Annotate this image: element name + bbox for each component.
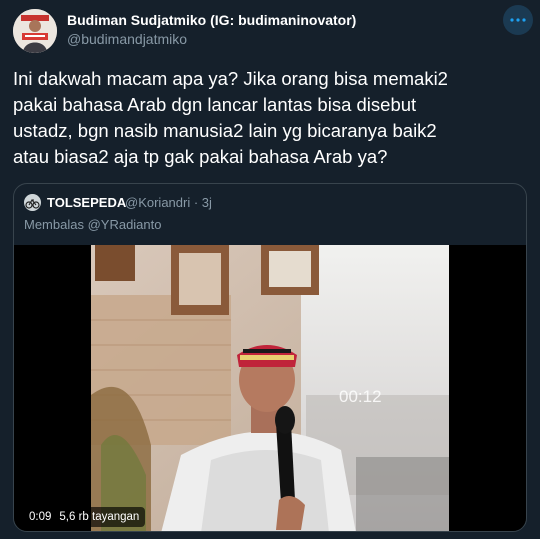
video-player[interactable]: 00:12 0:09 5,6 rb tayangan: [14, 245, 526, 531]
video-overlay-timecode: 00:12: [339, 387, 382, 406]
quoted-handle: @Koriandri: [125, 195, 191, 210]
quoted-time: · 3j: [193, 195, 212, 210]
tweet: Budiman Sudjatmiko (IG: budimaninovator)…: [0, 0, 540, 539]
author-avatar[interactable]: [13, 9, 57, 53]
author-handle[interactable]: @budimandjatmiko: [67, 31, 187, 47]
quoted-tweet[interactable]: TOLSEPEDA @Koriandri · 3j Membalas @YRad…: [13, 183, 527, 532]
more-dots-icon: [510, 18, 526, 22]
quoted-reply-context: Membalas @YRadianto: [24, 217, 162, 232]
video-duration-badge: 0:09 5,6 rb tayangan: [23, 507, 146, 527]
author-name[interactable]: Budiman Sudjatmiko (IG: budimaninovator): [67, 12, 356, 28]
quoted-author-name[interactable]: TOLSEPEDA: [47, 195, 126, 210]
bicycle-avatar-icon: [24, 194, 41, 211]
quoted-handle-time[interactable]: @Koriandri · 3j: [125, 195, 212, 210]
more-button[interactable]: [503, 5, 533, 35]
video-time: 0:09: [29, 511, 52, 523]
video-thumbnail: 00:12: [91, 245, 449, 531]
avatar-image: [13, 9, 57, 53]
video-views: 5,6 rb tayangan: [59, 511, 140, 523]
video-frame: 00:12: [91, 245, 449, 531]
tweet-text: Ini dakwah macam apa ya? Jika orang bisa…: [13, 68, 448, 167]
quoted-avatar[interactable]: [24, 194, 41, 211]
